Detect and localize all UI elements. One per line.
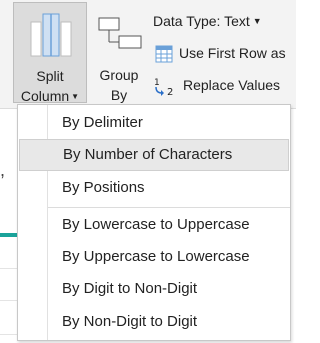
svg-text:1: 1 [154, 78, 160, 88]
menu-item-by-delimiter[interactable]: By Delimiter [18, 107, 290, 139]
group-by-label-line2: By [110, 87, 128, 103]
split-column-label-line2-text: Column [20, 88, 70, 104]
ribbon: Split Column ▼ Group By Data Type: Text ▼ … [0, 0, 296, 109]
data-type-dropdown[interactable]: Data Type: Text ▼ [153, 10, 262, 32]
menu-item-by-digit-to-non-digit[interactable]: By Digit to Non-Digit [18, 273, 290, 305]
split-column-label-line1: Split [36, 68, 64, 84]
group-by-label-line1: Group [99, 67, 139, 83]
group-by-icon [98, 17, 142, 49]
replace-values-icon: 1 2 [154, 78, 173, 97]
table-grid-icon [155, 45, 173, 63]
menu-item-by-positions[interactable]: By Positions [18, 172, 290, 204]
chevron-down-icon: ▼ [252, 16, 262, 26]
data-type-label: Data Type: Text [153, 13, 250, 29]
use-first-row-button[interactable]: Use First Row as [155, 42, 286, 64]
replace-values-button[interactable]: 1 2 Replace Values [153, 74, 281, 97]
menu-item-by-number-of-characters[interactable]: By Number of Characters [19, 139, 289, 171]
menu-item-by-uppercase-to-lowercase[interactable]: By Uppercase to Lowercase [18, 241, 290, 273]
replace-values-label: Replace Values [183, 77, 281, 93]
split-column-menu: By Delimiter By Number of Characters By … [17, 104, 291, 341]
menu-item-by-lowercase-to-uppercase[interactable]: By Lowercase to Uppercase [18, 209, 290, 241]
menu-item-by-non-digit-to-digit[interactable]: By Non-Digit to Digit [18, 306, 290, 338]
group-by-button[interactable]: Group By [93, 10, 145, 103]
svg-text:2: 2 [167, 87, 173, 96]
chevron-down-icon: ▼ [71, 92, 80, 101]
use-first-row-label: Use First Row as [179, 45, 286, 61]
split-column-icon [30, 13, 72, 57]
menu-separator [48, 207, 290, 208]
background-partial-text: , [0, 160, 6, 180]
split-column-button[interactable]: Split Column ▼ [13, 2, 87, 104]
